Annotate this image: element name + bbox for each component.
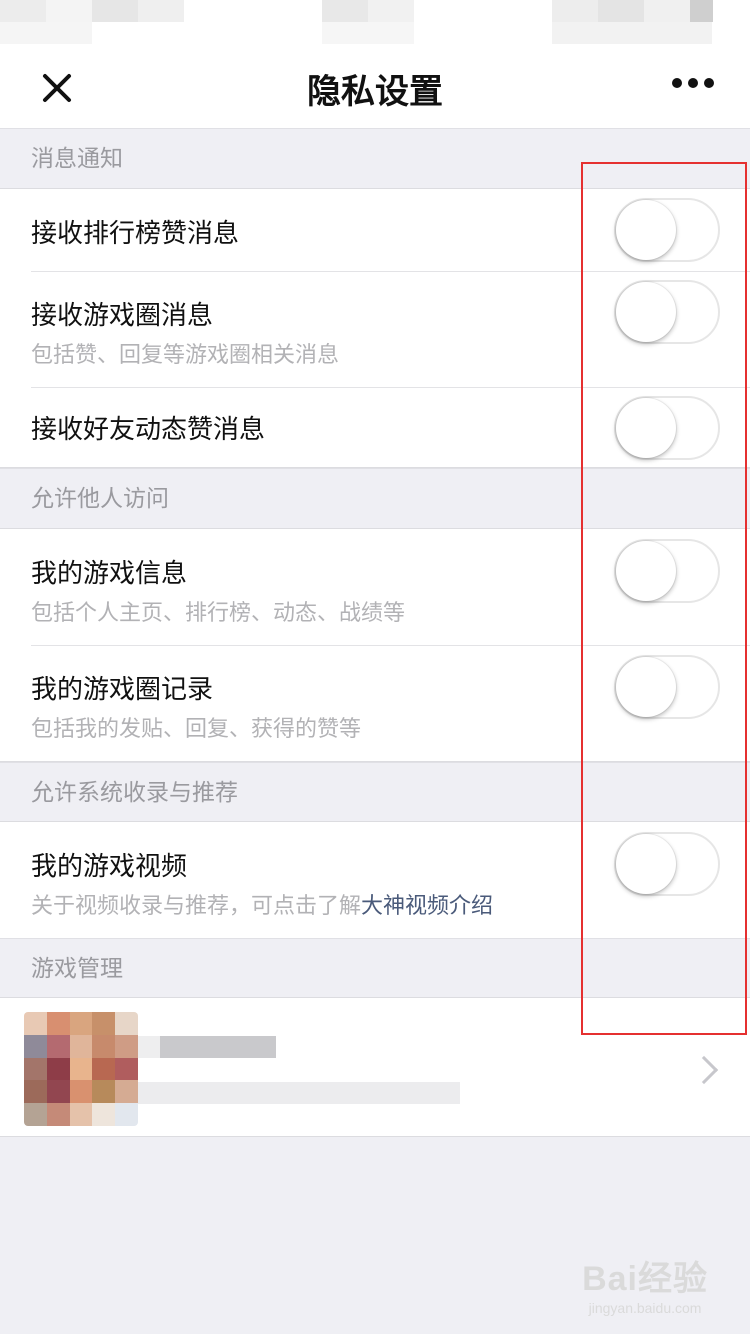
- list-item-game[interactable]: [0, 998, 750, 1136]
- game-management-group: [0, 997, 750, 1137]
- row-description: 关于视频收录与推荐，可点击了解大神视频介绍: [31, 888, 493, 920]
- section-header-visitor-access: 允许他人访问: [0, 468, 750, 528]
- row-description-text: 关于视频收录与推荐，可点击了解: [31, 894, 362, 919]
- game-circle-toggle[interactable]: [614, 280, 720, 344]
- game-name-redacted-edge: [138, 1036, 160, 1058]
- row-description: 包括我的发贴、回复、获得的赞等: [31, 717, 362, 742]
- game-video-toggle[interactable]: [614, 832, 720, 896]
- list-item-game-info: 我的游戏信息 包括个人主页、排行榜、动态、战绩等: [0, 529, 750, 645]
- visitor-access-group: 我的游戏信息 包括个人主页、排行榜、动态、战绩等 我的游戏圈记录 包括我的发贴、…: [0, 528, 750, 762]
- row-title: 我的游戏视频: [31, 852, 188, 882]
- game-name-redacted: [160, 1036, 276, 1058]
- status-bar: [0, 0, 750, 50]
- row-title: 我的游戏圈记录: [31, 675, 214, 705]
- list-item-rank-like: 接收排行榜赞消息: [0, 189, 750, 271]
- row-description: 包括赞、回复等游戏圈相关消息: [31, 343, 340, 368]
- system-recommend-group: 我的游戏视频 关于视频收录与推荐，可点击了解大神视频介绍: [0, 821, 750, 939]
- toggle-knob: [616, 282, 676, 342]
- game-info-toggle[interactable]: [614, 539, 720, 603]
- friend-like-toggle[interactable]: [614, 396, 720, 460]
- more-icon[interactable]: [672, 78, 716, 90]
- list-item-game-circle-record: 我的游戏圈记录 包括我的发贴、回复、获得的赞等: [0, 645, 750, 761]
- row-title: 接收排行榜赞消息: [31, 219, 240, 249]
- row-title: 我的游戏信息: [31, 559, 188, 589]
- watermark-url: jingyan.baidu.com: [588, 1300, 702, 1316]
- toggle-knob: [616, 541, 676, 601]
- list-item-friend-like: 接收好友动态赞消息: [0, 387, 750, 467]
- video-intro-link[interactable]: 大神视频介绍: [361, 894, 493, 919]
- list-item-game-circle: 接收游戏圈消息 包括赞、回复等游戏圈相关消息: [0, 271, 750, 387]
- page-title: 隐私设置: [307, 72, 443, 112]
- nav-bar: 隐私设置: [0, 50, 750, 128]
- section-header-notifications: 消息通知: [0, 128, 750, 188]
- list-item-game-video: 我的游戏视频 关于视频收录与推荐，可点击了解大神视频介绍: [0, 822, 750, 938]
- game-desc-redacted: [138, 1082, 460, 1104]
- row-description: 包括个人主页、排行榜、动态、战绩等: [31, 601, 406, 626]
- toggle-knob: [616, 398, 676, 458]
- notifications-group: 接收排行榜赞消息 接收游戏圈消息 包括赞、回复等游戏圈相关消息 接收好友动态赞消…: [0, 188, 750, 468]
- watermark: Bai经验 jingyan.baidu.com: [582, 1251, 708, 1316]
- rank-like-toggle[interactable]: [614, 198, 720, 262]
- row-title: 接收游戏圈消息: [31, 301, 214, 331]
- row-title: 接收好友动态赞消息: [31, 415, 266, 445]
- toggle-knob: [616, 834, 676, 894]
- section-header-game-management: 游戏管理: [0, 938, 750, 998]
- game-icon: [24, 1012, 138, 1126]
- section-header-system-recommend: 允许系统收录与推荐: [0, 762, 750, 822]
- chevron-right-icon: [689, 1055, 719, 1085]
- game-circle-record-toggle[interactable]: [614, 655, 720, 719]
- toggle-knob: [616, 657, 676, 717]
- toggle-knob: [616, 200, 676, 260]
- watermark-logo: Bai经验: [582, 1260, 708, 1298]
